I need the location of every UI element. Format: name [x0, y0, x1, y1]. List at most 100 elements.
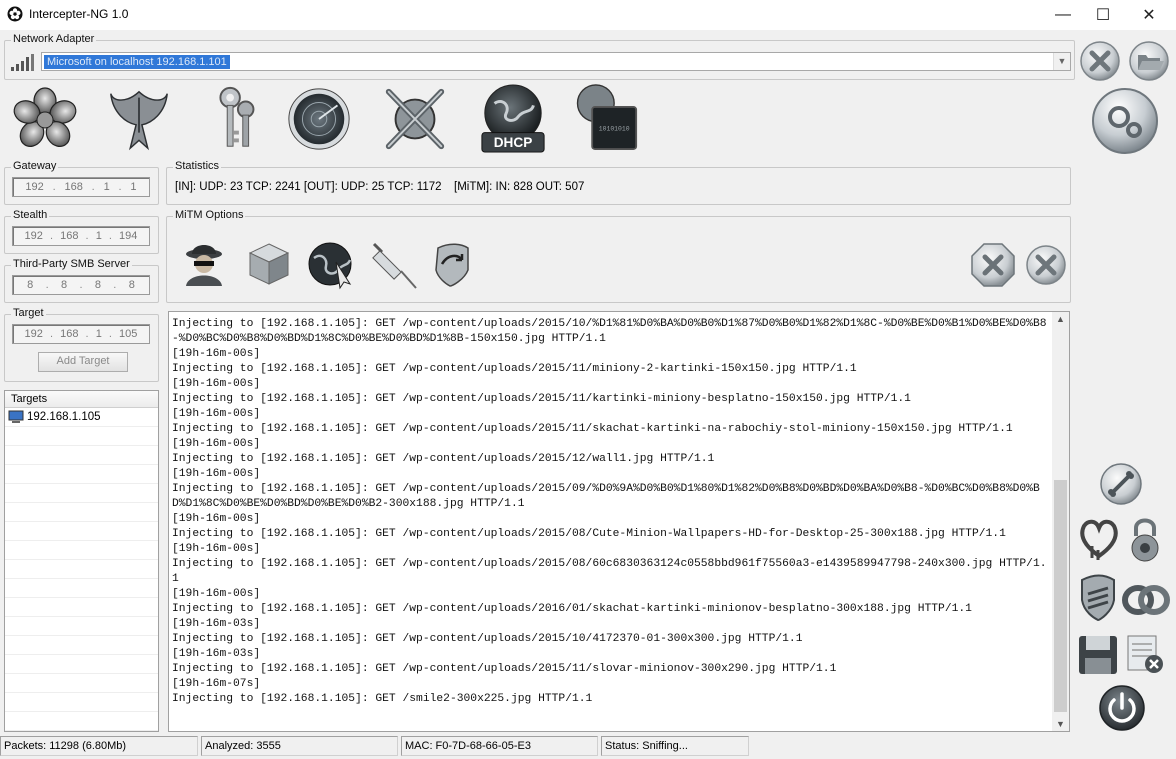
signal-icon — [11, 54, 34, 71]
ip-octet: 168 — [64, 181, 83, 193]
ip-octet: 105 — [119, 328, 138, 340]
ip-octet: 1 — [130, 181, 137, 193]
syringe-icon[interactable] — [368, 238, 420, 292]
list-item — [5, 579, 158, 598]
network-adapter-select[interactable]: Microsoft on localhost 192.168.1.101 ▼ — [41, 52, 1071, 71]
dhcp-icon[interactable]: DHCP — [480, 84, 546, 154]
shield-arrows-icon[interactable] — [428, 240, 474, 290]
gateway-label: Gateway — [11, 160, 59, 172]
window-title: Intercepter-NG 1.0 — [29, 7, 129, 21]
log-line: [19h-16m-00s] — [172, 438, 261, 450]
cubes-icon[interactable] — [244, 240, 294, 290]
stealth-label: Stealth — [11, 209, 50, 221]
list-item — [5, 560, 158, 579]
log-line: Injecting to [192.168.1.105]: GET /wp-co… — [172, 363, 857, 375]
log-line: Injecting to [192.168.1.105]: GET /wp-co… — [172, 633, 803, 645]
keys-icon[interactable] — [202, 84, 268, 154]
minimize-icon: — — [1055, 6, 1071, 23]
spy-icon[interactable] — [180, 240, 228, 288]
ip-octet: 192 — [24, 230, 43, 242]
add-target-button[interactable]: Add Target — [38, 352, 128, 372]
log-line: [19h-16m-00s] — [172, 378, 261, 390]
close-window-button[interactable]: ✕ — [1126, 0, 1172, 30]
log-line: [19h-16m-00s] — [172, 513, 261, 525]
log-line: Injecting to [192.168.1.105]: GET /smile… — [172, 693, 593, 705]
maximize-icon: ☐ — [1095, 7, 1111, 24]
computer-icon — [8, 410, 24, 423]
list-item — [5, 636, 158, 655]
list-item — [5, 484, 158, 503]
stop-adapter-button[interactable] — [1079, 40, 1121, 82]
stop-mitm-button[interactable] — [970, 242, 1016, 288]
chevron-up-icon[interactable]: ▲ — [1052, 314, 1069, 324]
target-ip-field[interactable]: 192. 168. 1. 105 — [12, 324, 150, 344]
phoenix-icon[interactable] — [106, 84, 172, 154]
flower-icon[interactable] — [12, 86, 78, 156]
clear-notes-icon[interactable] — [1124, 632, 1166, 676]
padlock-icon[interactable] — [1125, 516, 1165, 562]
rings-icon[interactable] — [1122, 582, 1170, 618]
log-scrollbar[interactable]: ▲ ▼ — [1052, 312, 1069, 731]
log-line: Injecting to [192.168.1.105]: GET /wp-co… — [172, 318, 1047, 345]
list-item — [5, 598, 158, 617]
log-line: [19h-16m-00s] — [172, 543, 261, 555]
chevron-down-icon[interactable]: ▼ — [1053, 53, 1070, 70]
targets-header[interactable]: Targets — [5, 391, 158, 408]
chevron-down-icon[interactable]: ▼ — [1052, 719, 1069, 729]
network-adapter-label: Network Adapter — [11, 33, 97, 45]
ip-octet: 1 — [95, 328, 102, 340]
mitm-options-group: MiTM Options — [166, 209, 1071, 303]
list-item — [5, 655, 158, 674]
ip-octet: 8 — [27, 279, 34, 291]
statistics-group: Statistics [IN]: UDP: 23 TCP: 2241 [OUT]… — [166, 160, 1071, 205]
bone-tool-button[interactable] — [1099, 462, 1143, 506]
svg-text:10101010: 10101010 — [599, 126, 630, 133]
ip-octet: 1 — [95, 230, 102, 242]
ip-octet: 8 — [61, 279, 68, 291]
log-output[interactable]: Injecting to [192.168.1.105]: GET /wp-co… — [168, 311, 1070, 732]
log-line: [19h-16m-00s] — [172, 468, 261, 480]
globe-cursor-icon[interactable] — [306, 240, 356, 290]
list-item — [5, 617, 158, 636]
scrollbar-thumb[interactable] — [1054, 480, 1067, 712]
log-line: Injecting to [192.168.1.105]: GET /wp-co… — [172, 423, 1013, 435]
traffic-stats: [IN]: UDP: 23 TCP: 2241 [OUT]: UDP: 25 T… — [175, 181, 442, 193]
statistics-label: Statistics — [173, 160, 222, 172]
shield-icon[interactable] — [1076, 574, 1120, 624]
log-line: [19h-16m-00s] — [172, 348, 261, 360]
ip-octet: 192 — [25, 181, 44, 193]
power-button[interactable] — [1098, 684, 1146, 732]
network-card-icon[interactable]: 10101010 — [572, 82, 638, 152]
save-icon[interactable] — [1077, 634, 1119, 676]
open-folder-button[interactable] — [1128, 40, 1170, 82]
clear-mitm-button[interactable] — [1025, 244, 1067, 286]
log-line: Injecting to [192.168.1.105]: GET /wp-co… — [172, 528, 1006, 540]
stealth-ip-field[interactable]: 192. 168. 1. 194 — [12, 226, 150, 246]
list-item[interactable]: 192.168.1.105 — [5, 408, 158, 427]
gateway-ip-field[interactable]: 192. 168. 1. 1 — [12, 177, 150, 197]
log-line: [19h-16m-03s] — [172, 618, 261, 630]
log-line: Injecting to [192.168.1.105]: GET /wp-co… — [172, 558, 1047, 585]
packets-status: Packets: 11298 (6.80Mb) — [0, 736, 198, 756]
maximize-button[interactable]: ☐ — [1080, 0, 1126, 30]
sniffing-status: Status: Sniffing... — [601, 736, 749, 756]
radar-icon[interactable] — [286, 84, 352, 154]
log-line: Injecting to [192.168.1.105]: GET /wp-co… — [172, 453, 715, 465]
list-item — [5, 693, 158, 712]
target-label: Target — [11, 307, 46, 319]
close-icon: ✕ — [1142, 7, 1156, 24]
crossed-tools-icon[interactable] — [382, 84, 448, 154]
smb-server-ip-field[interactable]: 8. 8. 8. 8 — [12, 275, 150, 295]
analyzed-status: Analyzed: 3555 — [201, 736, 398, 756]
list-item — [5, 541, 158, 560]
ip-octet: 8 — [94, 279, 101, 291]
log-line: [19h-16m-07s] — [172, 678, 261, 690]
log-line: Injecting to [192.168.1.105]: GET /wp-co… — [172, 603, 972, 615]
ip-octet: 1 — [103, 181, 110, 193]
mitm-options-label: MiTM Options — [173, 209, 246, 221]
settings-button[interactable] — [1090, 86, 1160, 156]
targets-list[interactable]: Targets 192.168.1.105 — [4, 390, 159, 732]
mac-status: MAC: F0-7D-68-66-05-E3 — [401, 736, 598, 756]
heartbleed-icon[interactable] — [1078, 516, 1120, 562]
log-line: Injecting to [192.168.1.105]: GET /wp-co… — [172, 393, 911, 405]
